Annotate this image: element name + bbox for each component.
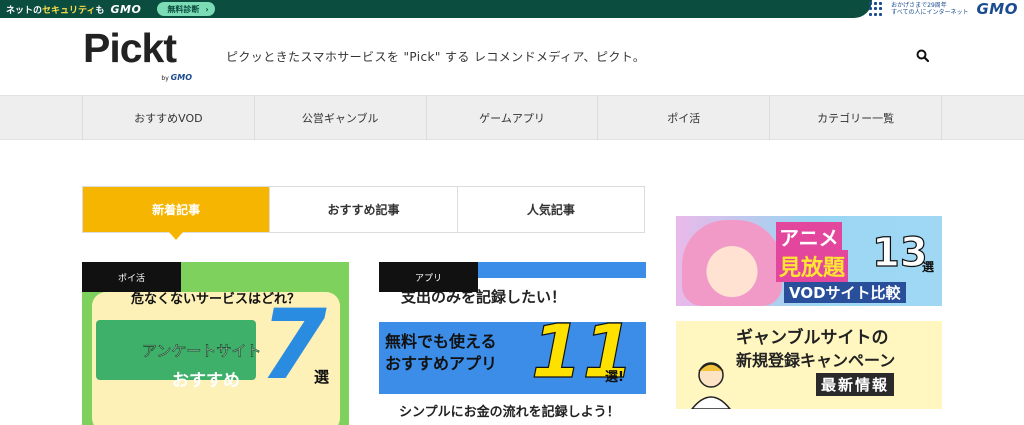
promo-text-2: セキュリティ bbox=[42, 5, 96, 16]
pickt-logo[interactable]: Pickt by GMO bbox=[83, 25, 198, 83]
nav-item-vod[interactable]: おすすめVOD bbox=[83, 96, 255, 140]
gmo-logo: GMO bbox=[976, 0, 1018, 18]
gmo-group-link[interactable]: おかげさまで29周年 すべての人にインターネット GMO bbox=[869, 0, 1018, 18]
main-nav: おすすめVOD 公営ギャンブル ゲームアプリ ポイ活 カテゴリー一覧 bbox=[0, 95, 1024, 140]
card-suffix: 選 bbox=[314, 368, 330, 386]
gmo-logo-small: GMO bbox=[110, 2, 142, 16]
nav-item-public-gambling[interactable]: 公営ギャンブル bbox=[255, 96, 427, 140]
card-title-1: アンケートサイト bbox=[142, 342, 262, 360]
card-suffix: 選! bbox=[605, 370, 624, 385]
banner-line-2: 見放題 bbox=[776, 250, 849, 282]
logo-by: by bbox=[161, 75, 169, 82]
card-title-2: おすすめ bbox=[172, 371, 240, 391]
promo-text-3: も bbox=[95, 5, 105, 16]
gmo-anniversary-line-2: すべての人にインターネット bbox=[891, 9, 969, 16]
banner-suffix: 選 bbox=[922, 260, 935, 274]
apps-grid-icon[interactable] bbox=[869, 2, 883, 16]
banner-number: 13 bbox=[871, 229, 928, 276]
article-card-survey-sites[interactable]: ポイ活 危なくないサービスはどれ？ アンケートサイト おすすめ 7 選 bbox=[82, 262, 349, 425]
banner-gambling-campaign[interactable]: ギャンブルサイトの 新規登録キャンペーン 最新情報 bbox=[676, 321, 942, 409]
site-tagline: ピクッときたスマホサービスを "Pick" する レコメンドメディア、ピクト。 bbox=[226, 50, 646, 64]
category-label: ポイ活 bbox=[82, 262, 181, 292]
tab-recommended-articles[interactable]: おすすめ記事 bbox=[270, 187, 458, 232]
card-bottom-text: シンプルにお金の流れを記録しよう！ bbox=[399, 405, 620, 420]
card-line-1: 無料でも使える bbox=[385, 332, 497, 351]
tab-popular-articles[interactable]: 人気記事 bbox=[457, 187, 644, 232]
anime-girl-illustration bbox=[682, 220, 782, 306]
logo-by-brand: GMO bbox=[170, 73, 192, 82]
nav-item-categories[interactable]: カテゴリー一覧 bbox=[770, 96, 942, 140]
gmo-security-promo[interactable]: ネットの セキュリティ も GMO 無料診断 › bbox=[0, 0, 872, 18]
search-icon[interactable] bbox=[915, 48, 931, 64]
article-tabs: 新着記事 おすすめ記事 人気記事 bbox=[82, 186, 645, 240]
free-diagnosis-button[interactable]: 無料診断 › bbox=[157, 2, 215, 16]
chevron-right-icon: › bbox=[205, 4, 209, 14]
logo-word: Pickt bbox=[83, 25, 177, 71]
nav-item-game-apps[interactable]: ゲームアプリ bbox=[427, 96, 599, 140]
banner-line-3: VODサイト比較 bbox=[784, 282, 906, 303]
banner-line-1: ギャンブルサイトの bbox=[736, 328, 889, 348]
gmo-anniversary-line-1: おかげさまで29周年 bbox=[891, 2, 947, 9]
free-diagnosis-label: 無料診断 bbox=[167, 4, 200, 14]
card-line-2: おすすめアプリ bbox=[385, 354, 498, 373]
gmo-anniversary-text: おかげさまで29周年 すべての人にインターネット bbox=[891, 2, 968, 16]
promo-text-1: ネットの bbox=[6, 5, 43, 16]
banner-anime-vod[interactable]: アニメ 見放題 13 選 VODサイト比較 bbox=[676, 216, 942, 306]
logo-by-gmo: by GMO bbox=[161, 73, 192, 82]
tab-new-articles[interactable]: 新着記事 bbox=[83, 187, 271, 240]
person-illustration bbox=[684, 355, 738, 409]
category-label: アプリ bbox=[379, 262, 478, 292]
banner-line-3: 最新情報 bbox=[816, 373, 895, 396]
banner-line-1: アニメ bbox=[776, 222, 842, 251]
nav-item-poikatsu[interactable]: ポイ活 bbox=[598, 96, 771, 140]
gmo-top-bar: ネットの セキュリティ も GMO 無料診断 › おかげさまで29周年 すべての… bbox=[0, 0, 1024, 18]
article-card-expense-apps[interactable]: アプリ 支出のみを記録したい！ 無料でも使える おすすめアプリ 11 選! シン… bbox=[379, 262, 646, 425]
banner-line-2: 新規登録キャンペーン bbox=[736, 351, 896, 370]
site-header: Pickt by GMO ピクッときたスマホサービスを "Pick" する レコ… bbox=[0, 18, 1024, 95]
